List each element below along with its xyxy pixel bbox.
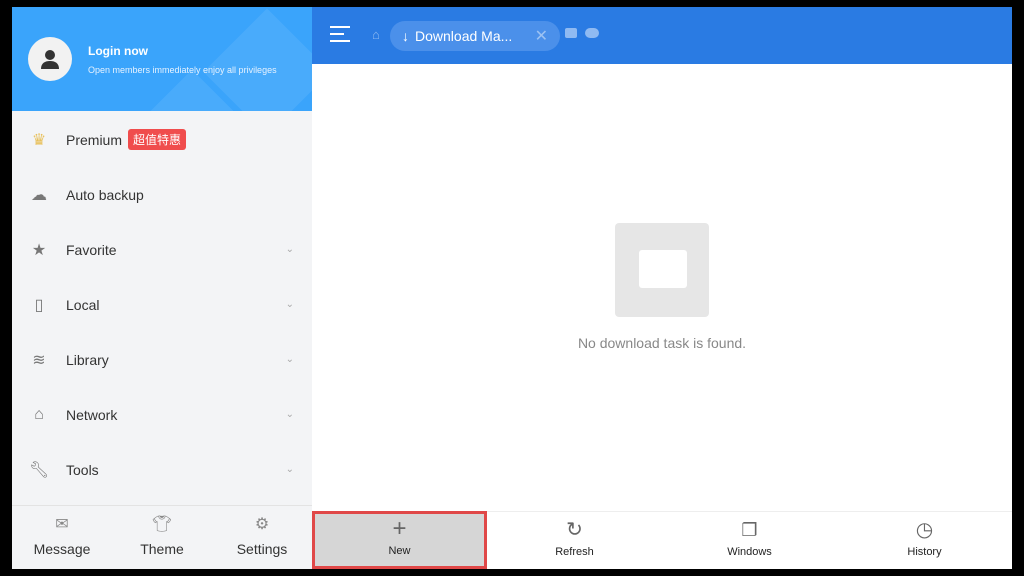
cloud-icon[interactable] (585, 28, 599, 38)
shirt-icon: 👕︎ (151, 516, 173, 533)
router-icon: ⌂ (34, 405, 44, 423)
history-button[interactable]: ◷ History (837, 512, 1012, 569)
windows-icon: ❐ (741, 520, 758, 540)
home-icon[interactable]: ⌂ (372, 27, 380, 42)
tab-download-manager[interactable]: ↓ Download Ma... ✕ (390, 21, 560, 51)
sidebar-item-tools[interactable]: 🔧︎ Tools ⌄ (12, 442, 312, 497)
avatar[interactable] (28, 37, 72, 81)
message-button[interactable]: ✉ Message (12, 506, 112, 569)
sidebar-item-network[interactable]: ⌂ Network ⌄ (12, 387, 312, 442)
button-label: Message (33, 541, 91, 557)
button-label: Windows (727, 546, 772, 558)
button-label: New (388, 545, 411, 557)
sidebar-item-label: Premium (66, 131, 123, 148)
refresh-button[interactable]: ↻ Refresh (487, 512, 662, 569)
login-now[interactable]: Login now (88, 44, 148, 58)
plus-icon: + (392, 515, 407, 542)
decoration (203, 8, 312, 111)
sidebar-bottom-bar: ✉ Message 👕︎ Theme ⚙ Settings (12, 505, 312, 569)
button-label: Settings (236, 541, 288, 557)
sidebar-item-premium[interactable]: ♛ Premium 超值特惠 (12, 112, 312, 167)
top-bar: ⌂ ↓ Download Ma... ✕ (312, 7, 1012, 64)
sidebar-item-local[interactable]: ▯ Local ⌄ (12, 277, 312, 332)
crown-icon: ♛ (31, 131, 47, 149)
windows-button[interactable]: ❐ Windows (662, 512, 837, 569)
chevron-down-icon[interactable]: ⌄ (286, 354, 294, 365)
chevron-down-icon[interactable]: ⌄ (286, 244, 294, 255)
chevron-down-icon[interactable]: ⌄ (286, 409, 294, 420)
sidebar-item-label: Favorite (66, 241, 117, 258)
user-icon (41, 50, 59, 69)
sidebar-item-library[interactable]: ≋ Library ⌄ (12, 332, 312, 387)
refresh-icon: ↻ (566, 519, 583, 541)
chevron-down-icon[interactable]: ⌄ (286, 464, 294, 475)
button-label: History (907, 546, 942, 558)
button-label: Refresh (555, 546, 594, 558)
promo-badge: 超值特惠 (128, 129, 187, 150)
sidebar-item-favorite[interactable]: ★ Favorite ⌄ (12, 222, 312, 277)
theme-button[interactable]: 👕︎ Theme (112, 506, 212, 569)
download-icon: ↓ (402, 28, 409, 44)
tab-label: Download Ma... (415, 28, 513, 44)
sidebar-item-auto-backup[interactable]: ☁ Auto backup (12, 167, 312, 222)
wrench-icon: 🔧︎ (28, 461, 50, 479)
login-subtitle: Open members immediately enjoy all privi… (88, 65, 277, 75)
sidebar-item-label: Tools (66, 461, 99, 478)
bottom-toolbar: + New ↻ Refresh ❐ Windows ◷ History (312, 511, 1012, 569)
cloud-icon: ☁ (31, 186, 47, 204)
sidebar-item-label: Auto backup (66, 186, 144, 203)
envelope-icon: ✉ (55, 516, 69, 533)
settings-button[interactable]: ⚙ Settings (212, 506, 312, 569)
empty-folder-placeholder (615, 223, 709, 317)
sidebar-item-label: Local (66, 296, 100, 313)
layers-icon: ≋ (32, 351, 46, 369)
menu-icon[interactable] (330, 26, 350, 44)
empty-message: No download task is found. (577, 335, 747, 351)
close-icon[interactable]: ✕ (535, 26, 548, 46)
new-button[interactable]: + New (312, 511, 487, 569)
phone-icon: ▯ (34, 296, 44, 314)
sidebar: Login now Open members immediately enjoy… (12, 7, 312, 569)
gear-icon: ⚙ (254, 516, 270, 533)
folder-icon (639, 250, 687, 288)
button-label: Theme (140, 541, 184, 557)
sidebar-item-label: Library (66, 351, 109, 368)
profile-header[interactable]: Login now Open members immediately enjoy… (12, 7, 312, 111)
chevron-down-icon[interactable]: ⌄ (286, 299, 294, 310)
star-icon: ★ (31, 241, 47, 259)
app-window: Login now Open members immediately enjoy… (12, 7, 1012, 569)
clock-icon: ◷ (915, 519, 934, 541)
sidebar-item-label: Network (66, 406, 118, 423)
chat-icon[interactable] (565, 28, 577, 38)
